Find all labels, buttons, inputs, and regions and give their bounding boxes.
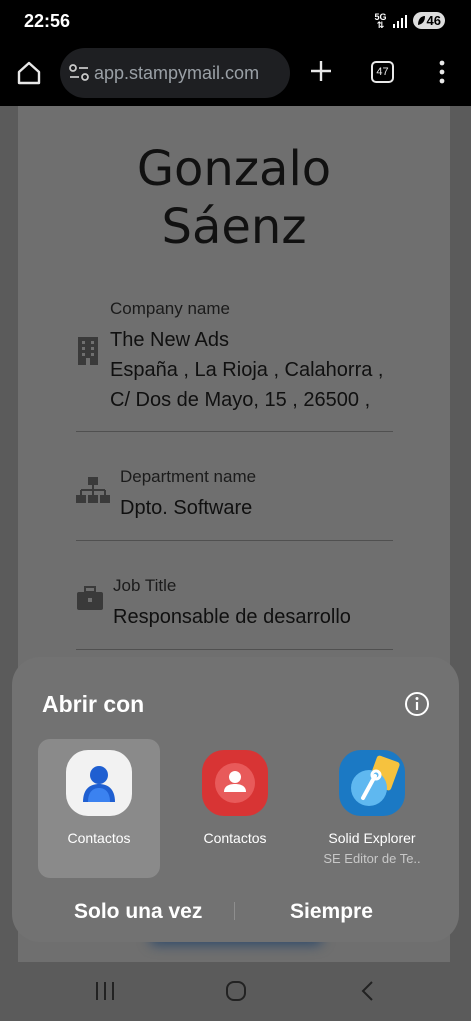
contact-name: Gonzalo Sáenz — [18, 140, 450, 256]
address-bar[interactable]: app.stampymail.com — [60, 48, 290, 98]
open-with-sheet: Abrir con Contactos Contactos Solid Expl… — [12, 657, 459, 942]
person-icon — [215, 763, 255, 803]
battery-level: 46 — [426, 13, 441, 28]
divider — [76, 540, 393, 541]
divider — [76, 431, 393, 432]
back-icon[interactable] — [358, 978, 378, 1004]
home-icon[interactable] — [14, 58, 44, 88]
org-chart-icon — [76, 477, 110, 503]
department-value: Dpto. Software — [120, 497, 253, 519]
status-indicators: 5G ⇅ 46 — [375, 12, 445, 29]
battery-indicator: 46 — [412, 12, 445, 29]
browser-toolbar: app.stampymail.com 47 — [0, 42, 471, 106]
recent-apps-icon[interactable] — [94, 978, 116, 1004]
contacts-app-icon — [202, 750, 268, 816]
building-icon — [78, 337, 98, 365]
divider — [76, 649, 393, 650]
app-option-solid-explorer[interactable]: Solid Explorer SE Editor de Te.. — [311, 739, 433, 878]
url-text[interactable]: app.stampymail.com — [94, 63, 259, 84]
tab-switcher-icon[interactable]: 47 — [371, 61, 394, 83]
contact-first-name: Gonzalo — [136, 141, 332, 197]
person-icon — [83, 766, 115, 802]
tab-count: 47 — [376, 66, 389, 78]
status-time: 22:56 — [24, 11, 71, 31]
app-sublabel: SE Editor de Te.. — [323, 851, 421, 866]
just-once-button[interactable]: Solo una vez — [74, 900, 202, 924]
app-option-contactos-samsung[interactable]: Contactos — [38, 739, 160, 878]
new-tab-icon[interactable] — [306, 56, 336, 86]
company-address-line1: España , La Rioja , Calahorra , — [110, 359, 384, 381]
app-option-contactos-google[interactable]: Contactos — [174, 739, 296, 878]
button-divider — [234, 902, 235, 920]
job-title-label: Job Title — [113, 576, 177, 595]
home-button-icon[interactable] — [224, 978, 248, 1004]
company-field: Company name The New Ads España , La Rio… — [110, 299, 384, 415]
job-title-field: Job Title Responsable de desarrollo — [113, 576, 351, 632]
sheet-title: Abrir con — [42, 691, 145, 717]
department-field: Department name Dpto. Software — [120, 467, 256, 523]
site-info-icon[interactable] — [66, 60, 92, 86]
department-label: Department name — [120, 467, 257, 486]
more-menu-icon[interactable] — [432, 57, 452, 87]
company-label: Company name — [110, 299, 231, 318]
app-label: Solid Explorer — [328, 830, 416, 846]
always-button[interactable]: Siempre — [290, 900, 373, 924]
battery-saver-icon — [417, 16, 425, 25]
solid-explorer-app-icon — [339, 750, 405, 816]
network-arrows-icon: ⇅ — [376, 19, 385, 30]
job-title-value: Responsable de desarrollo — [113, 606, 351, 628]
signal-icon — [392, 14, 407, 28]
company-address-line2: C/ Dos de Mayo, 15 , 26500 , — [110, 389, 371, 411]
status-bar: 22:56 5G ⇅ 46 — [0, 0, 471, 42]
contacts-app-icon — [66, 750, 132, 816]
company-name: The New Ads — [110, 329, 229, 351]
folder-icon — [351, 755, 400, 806]
briefcase-icon — [77, 586, 103, 610]
navigation-bar — [0, 962, 471, 1021]
network-indicator: 5G ⇅ — [375, 12, 387, 30]
info-icon[interactable] — [404, 691, 430, 717]
contact-last-name: Sáenz — [161, 199, 307, 255]
